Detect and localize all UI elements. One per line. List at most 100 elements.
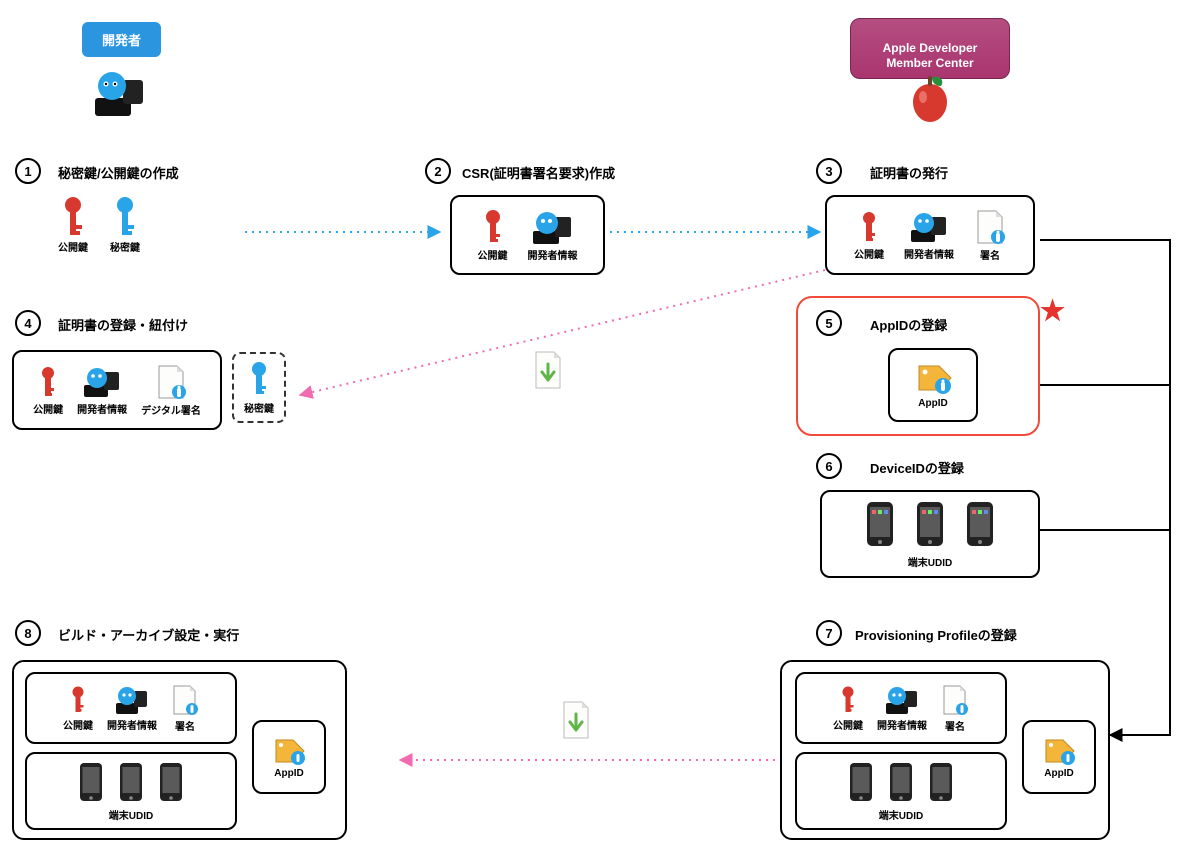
private-key-item: 秘密鍵 (110, 195, 140, 254)
appid-tag-icon (271, 736, 307, 766)
device-row (77, 761, 185, 803)
dev-info-item: 開発者情報 (77, 365, 127, 416)
download-file-icon (530, 350, 566, 393)
key-blue-icon (111, 195, 139, 237)
step-6-number: 6 (816, 453, 842, 479)
developer-icon (82, 365, 122, 399)
step-6-box: 端末UDID (820, 490, 1040, 578)
developer-header-label: 開発者 (102, 33, 141, 48)
step-1-title: 秘密鍵/公開鍵の作成 (58, 163, 179, 182)
key-red-icon (482, 209, 504, 245)
highlight-star-icon: ★ (1040, 294, 1065, 327)
step-5-title: AppIDの登録 (870, 315, 947, 334)
device-row (863, 500, 997, 548)
phone-icon (963, 500, 997, 548)
appid-tag-icon (1041, 736, 1077, 766)
label: AppID (918, 398, 947, 409)
apple-header-label: Apple Developer Member Center (883, 41, 978, 71)
label: 公開鍵 (33, 401, 63, 416)
developer-icon (114, 685, 150, 715)
label: 開発者情報 (877, 717, 927, 732)
step-2-box: 公開鍵 開発者情報 (450, 195, 605, 275)
step-8-number: 8 (15, 620, 41, 646)
label: 開発者情報 (528, 247, 578, 262)
step-2-number: 2 (425, 158, 451, 184)
label: デジタル署名 (141, 402, 201, 417)
label: 公開鍵 (58, 239, 88, 254)
step-4-box: 公開鍵 開発者情報 デジタル署名 (12, 350, 222, 430)
phone-icon (927, 761, 955, 803)
label: 秘密鍵 (110, 239, 140, 254)
label: 秘密鍵 (244, 400, 274, 415)
key-blue-icon (247, 360, 271, 398)
apple-icon (903, 72, 957, 129)
public-key-item: 公開鍵 (478, 209, 508, 262)
label: 公開鍵 (833, 717, 863, 732)
phone-icon (913, 500, 947, 548)
key-red-icon (69, 685, 87, 715)
label: AppID (274, 768, 303, 779)
label: 署名 (980, 247, 1000, 262)
step-8-title: ビルド・アーカイブ設定・実行 (58, 625, 239, 644)
key-red-icon (839, 685, 857, 715)
dev-info-item: 開発者情報 (107, 685, 157, 732)
label: 端末UDID (834, 554, 1026, 569)
label: 公開鍵 (478, 247, 508, 262)
public-key-item: 公開鍵 (33, 365, 63, 416)
step-4-number: 4 (15, 310, 41, 336)
phone-icon (863, 500, 897, 548)
developer-header-badge: 開発者 (82, 22, 161, 57)
step-1-content: 公開鍵 秘密鍵 (58, 195, 140, 254)
dev-info-item: 開発者情報 (528, 209, 578, 262)
step-1-number: 1 (15, 158, 41, 184)
step-7-udid-box: 端末UDID (795, 752, 1007, 830)
phone-icon (847, 761, 875, 803)
label: 端末UDID (807, 807, 995, 822)
step-3-box: 公開鍵 開発者情報 署名 (825, 195, 1035, 275)
label: 署名 (175, 718, 195, 733)
label: 公開鍵 (63, 717, 93, 732)
developer-icon (909, 210, 949, 244)
document-icon (155, 364, 187, 400)
phone-icon (887, 761, 915, 803)
step-2-title: CSR(証明書署名要求)作成 (462, 163, 615, 182)
phone-icon (77, 761, 105, 803)
download-file-icon (558, 700, 594, 743)
signature-item: 署名 (171, 684, 199, 733)
step-8-cert-box: 公開鍵 開発者情報 署名 (25, 672, 237, 744)
step-6-title: DeviceIDの登録 (870, 458, 964, 477)
developer-icon (531, 209, 575, 245)
label: 公開鍵 (854, 246, 884, 261)
step-5-box: AppID (888, 348, 978, 422)
public-key-item: 公開鍵 (63, 685, 93, 732)
developer-icon (884, 685, 920, 715)
label: 開発者情報 (77, 401, 127, 416)
apple-header-badge: Apple Developer Member Center (850, 18, 1010, 79)
signature-item: 署名 (974, 209, 1006, 262)
label: 署名 (945, 718, 965, 733)
phone-icon (157, 761, 185, 803)
phone-icon (117, 761, 145, 803)
public-key-item: 公開鍵 (58, 195, 88, 254)
step-3-number: 3 (816, 158, 842, 184)
device-row (847, 761, 955, 803)
label: 開発者情報 (904, 246, 954, 261)
dev-info-item: 開発者情報 (877, 685, 927, 732)
label: 開発者情報 (107, 717, 157, 732)
key-red-icon (38, 365, 58, 399)
developer-avatar (90, 68, 150, 121)
step-7-appid-box: AppID (1022, 720, 1096, 794)
document-icon (974, 209, 1006, 245)
public-key-item: 公開鍵 (854, 210, 884, 261)
step-8-appid-box: AppID (252, 720, 326, 794)
step-4-private-key-box: 秘密鍵 (232, 352, 286, 423)
label: 端末UDID (37, 807, 225, 822)
step-5-number: 5 (816, 310, 842, 336)
step-8-udid-box: 端末UDID (25, 752, 237, 830)
step-3-title: 証明書の発行 (870, 163, 948, 182)
signature-item: 署名 (941, 684, 969, 733)
dev-info-item: 開発者情報 (904, 210, 954, 261)
step-7-title: Provisioning Profileの登録 (855, 625, 1017, 644)
document-icon (171, 684, 199, 716)
label: AppID (1044, 768, 1073, 779)
